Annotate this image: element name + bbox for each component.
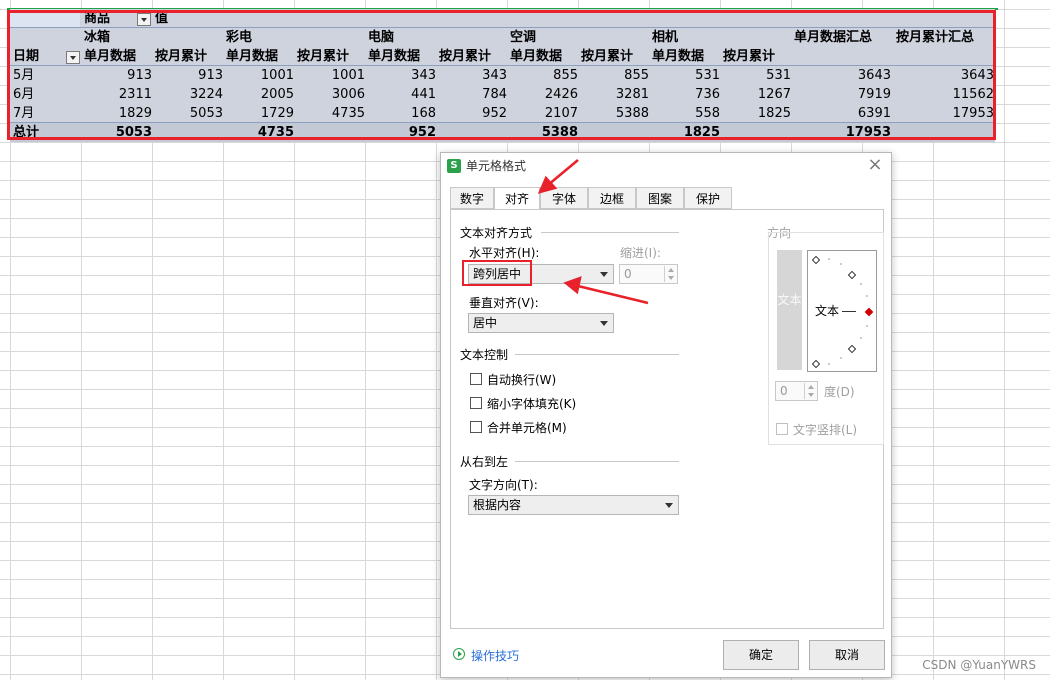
merge-cells-label: 合并单元格(M) (487, 421, 567, 435)
text-direction-value: 根据内容 (473, 498, 522, 512)
dial-needle (842, 311, 856, 312)
dialog-title: 单元格格式 (466, 159, 527, 173)
tab-number[interactable]: 数字 (450, 187, 494, 209)
play-icon (453, 648, 465, 660)
orientation-dial[interactable]: 文本 (807, 250, 877, 372)
rtl-group-label: 从右到左 (460, 455, 509, 469)
format-cells-dialog[interactable]: S 单元格格式 × 数字 对齐 字体 边框 图案 保护 文本对齐方式 水平对齐(… (440, 152, 892, 678)
text-direction-select[interactable]: 根据内容 (468, 495, 679, 515)
shrink-to-fit-label: 缩小字体填充(K) (487, 397, 577, 411)
chevron-down-icon (600, 321, 608, 326)
tab-font[interactable]: 字体 (540, 187, 588, 209)
dial-marker-active (864, 307, 874, 317)
chevron-down-icon (665, 503, 673, 508)
watermark: CSDN @YuanYWRS (922, 658, 1036, 672)
horizontal-align-highlight (462, 260, 532, 286)
shrink-to-fit-checkbox[interactable] (470, 397, 482, 409)
horizontal-align-label: 水平对齐(H): (469, 246, 540, 260)
degree-label: 度(D) (824, 385, 855, 399)
ok-button[interactable]: 确定 (723, 640, 799, 670)
tab-alignment[interactable]: 对齐 (494, 187, 540, 210)
text-control-group-label: 文本控制 (460, 348, 509, 362)
dial-text-sample: 文本 (815, 304, 840, 318)
dial-marker (811, 359, 821, 369)
vertical-text-sample[interactable]: 文本 (777, 250, 802, 370)
wps-app-icon: S (447, 159, 461, 173)
text-direction-label: 文字方向(T): (469, 478, 538, 492)
spinner-arrows-icon[interactable] (664, 266, 676, 282)
dial-marker (811, 255, 821, 265)
spinner-arrows-icon[interactable] (804, 383, 816, 399)
wrap-text-label: 自动换行(W) (487, 373, 557, 387)
tab-pattern[interactable]: 图案 (636, 187, 684, 209)
vertical-align-select[interactable]: 居中 (468, 313, 614, 333)
alignment-panel: 文本对齐方式 水平对齐(H): 缩进(I): 跨列居中 0 垂直对齐(V): 居… (450, 209, 884, 629)
dial-marker (847, 270, 857, 280)
chevron-down-icon (600, 272, 608, 277)
indent-value: 0 (624, 267, 632, 281)
tab-protection[interactable]: 保护 (684, 187, 732, 209)
cancel-button[interactable]: 取消 (809, 640, 885, 670)
indent-spinner[interactable]: 0 (619, 264, 678, 284)
vertical-align-value: 居中 (473, 316, 498, 330)
wrap-text-checkbox[interactable] (470, 373, 482, 385)
close-icon[interactable]: × (865, 155, 885, 175)
degree-value: 0 (780, 384, 788, 398)
dialog-titlebar[interactable]: S 单元格格式 × (441, 153, 891, 179)
vertical-stack-label: 文字竖排(L) (793, 423, 858, 437)
tips-label: 操作技巧 (471, 649, 520, 663)
orientation-box: 文本 文本 0 度(D) 文字竖排(L) (768, 232, 884, 445)
text-align-group-label: 文本对齐方式 (460, 226, 533, 240)
pivot-highlight-box (7, 10, 996, 140)
vertical-stack-checkbox[interactable] (776, 423, 788, 435)
dial-marker (847, 344, 857, 354)
vertical-align-label: 垂直对齐(V): (469, 296, 539, 310)
merge-cells-checkbox[interactable] (470, 421, 482, 433)
degree-spinner[interactable]: 0 (775, 381, 818, 401)
tab-border[interactable]: 边框 (588, 187, 636, 209)
indent-label: 缩进(I): (620, 246, 661, 260)
